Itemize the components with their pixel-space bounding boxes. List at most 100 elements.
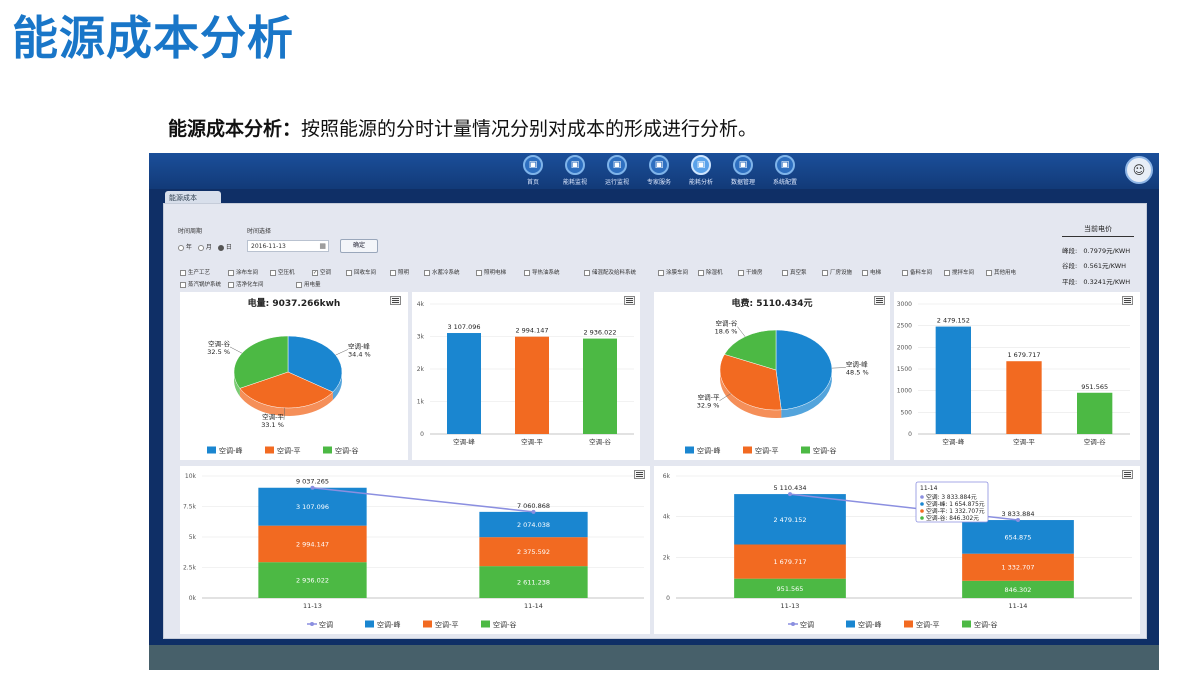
checkbox-box[interactable] xyxy=(390,269,396,276)
checkbox-item[interactable]: 电梯 xyxy=(862,268,881,276)
checkbox-box[interactable]: ✓ xyxy=(312,269,318,276)
checkbox-item[interactable]: 其他用电 xyxy=(986,268,1016,276)
chart-menu-icon[interactable] xyxy=(634,470,645,479)
checkbox-label: 电梯 xyxy=(870,270,882,276)
checkbox-item[interactable]: 涂布车间 xyxy=(228,268,258,276)
nav-item-label: 专家服务 xyxy=(646,179,671,186)
y-tick-label: 6k xyxy=(663,473,671,480)
checkbox-item[interactable]: 照明 xyxy=(390,268,409,276)
checkbox-item[interactable]: 除湿机 xyxy=(698,268,723,276)
checkbox-box[interactable] xyxy=(296,281,302,288)
slide-subtitle: 能源成本分析：按照能源的分时计量情况分别对成本的形成进行分析。 xyxy=(168,114,757,141)
nav-item-1[interactable]: ▣ 能耗监视 xyxy=(553,155,597,186)
segment-value-label: 1 679.717 xyxy=(773,558,806,566)
date-input[interactable]: 2016-11-13 ▦ xyxy=(247,240,329,252)
tooltip-row: 空调-谷: 846.302元 xyxy=(926,514,979,522)
checkbox-box[interactable] xyxy=(986,269,992,276)
checkbox-box[interactable] xyxy=(476,269,482,276)
checkbox-box[interactable] xyxy=(738,269,744,276)
nav-item-label: 能耗监视 xyxy=(562,179,587,186)
checkbox-box[interactable] xyxy=(822,269,828,276)
nav-item-0[interactable]: ▣ 首页 xyxy=(511,155,555,186)
checkbox-box[interactable] xyxy=(698,269,704,276)
checkbox-item[interactable]: 搅拌车间 xyxy=(944,268,974,276)
checkbox-item[interactable]: 蒸汽锅炉系统 xyxy=(180,280,221,288)
checkbox-box[interactable] xyxy=(180,269,186,276)
checkbox-item[interactable]: 涂膜车间 xyxy=(658,268,688,276)
checkbox-item[interactable]: 空压机 xyxy=(270,268,295,276)
checkbox-item[interactable]: 干燥房 xyxy=(738,268,763,276)
checkbox-box[interactable] xyxy=(862,269,868,276)
checkbox-box[interactable] xyxy=(424,269,430,276)
data-icon: ▣ xyxy=(733,155,753,175)
checkbox-box[interactable] xyxy=(782,269,788,276)
chart-stacked-energy: 0k 2.5k 5k 7.5k 10k 2 936.022 2 994.147 3 107.0… xyxy=(180,466,650,634)
bar-chart-icon: ▣ xyxy=(565,155,585,175)
checkbox-item[interactable]: 照明电梯 xyxy=(476,268,506,276)
nav-item-label: 能耗分析 xyxy=(688,179,713,186)
confirm-button[interactable]: 确定 xyxy=(340,239,378,253)
radio-year[interactable]: 年 xyxy=(178,242,192,251)
checkbox-item[interactable]: 储混配及给料系统 xyxy=(584,268,636,276)
radio-month[interactable]: 月 xyxy=(198,242,212,251)
checkbox-label: 照明电梯 xyxy=(484,270,507,276)
tab-strip: 能源成本 xyxy=(159,189,1149,204)
checkbox-item[interactable]: 活净化车间 xyxy=(228,280,264,288)
y-tick-label: 7.5k xyxy=(183,504,197,511)
checkbox-item[interactable]: 导热油系统 xyxy=(524,268,560,276)
checkbox-item[interactable]: 生产工艺 xyxy=(180,268,210,276)
nav-item-3[interactable]: ▣ 专家服务 xyxy=(637,155,681,186)
pie-label-value: 33.1 % xyxy=(261,421,284,429)
price-row-valley: 谷段: 0.561元/KWH xyxy=(1062,262,1127,270)
checkbox-item[interactable]: 备料车间 xyxy=(902,268,932,276)
chart-menu-icon[interactable] xyxy=(390,296,401,305)
checkbox-box[interactable] xyxy=(228,269,234,276)
checkbox-item[interactable]: 用电量 xyxy=(296,280,321,288)
checkbox-box[interactable] xyxy=(180,281,186,288)
checkbox-item[interactable]: ✓ 空调 xyxy=(312,268,331,276)
checkbox-item[interactable]: 水蓄冷系统 xyxy=(424,268,460,276)
legend-label: 空调-谷 xyxy=(974,620,998,629)
segment-value-label: 3 107.096 xyxy=(296,503,329,511)
tooltip-dot xyxy=(920,495,924,499)
chart-menu-icon[interactable] xyxy=(624,296,635,305)
y-tick-label: 2000 xyxy=(897,344,912,351)
checkbox-label: 蒸汽锅炉系统 xyxy=(188,282,222,288)
legend-swatch xyxy=(904,620,913,628)
checkbox-box[interactable] xyxy=(228,281,234,288)
calendar-icon[interactable]: ▦ xyxy=(319,242,326,250)
pie-label-value: 32.5 % xyxy=(207,348,230,356)
chart-menu-icon[interactable] xyxy=(1122,296,1133,305)
chart-pie-energy: 电量: 9037.266kwh 空调-峰 34.4 % 空调-平 33.1 % 空调-谷 3… xyxy=(180,292,408,460)
checkbox-box[interactable] xyxy=(658,269,664,276)
checkbox-box[interactable] xyxy=(944,269,950,276)
checkbox-box[interactable] xyxy=(524,269,530,276)
nav-item-6[interactable]: ▣ 系统配置 xyxy=(763,155,807,186)
chart-menu-icon[interactable] xyxy=(1122,470,1133,479)
nav-item-label: 首页 xyxy=(526,179,539,186)
checkbox-item[interactable]: 厂房设施 xyxy=(822,268,852,276)
top-nav-bar: ▣ 首页 ▣ 能耗监视 ▣ 运行监视 ▣ 专家服务 ▣ 能耗分析 ▣ 数据管理 ▣ 系统配置 ☺ xyxy=(149,153,1159,189)
legend-swatch xyxy=(265,446,274,454)
checkbox-box[interactable] xyxy=(584,269,590,276)
checkbox-item[interactable]: 真空泵 xyxy=(782,268,807,276)
checkbox-box[interactable] xyxy=(346,269,352,276)
chart-menu-icon[interactable] xyxy=(874,296,885,305)
x-tick-label: 空调-谷 xyxy=(589,437,611,446)
chart-bar-cost: 0 500 1000 1500 2000 2500 3000 2 479.152 空调-峰 1 6… xyxy=(894,292,1140,460)
bar-value-label: 2 936.022 xyxy=(583,329,616,337)
pie-label-name: 空调-谷 xyxy=(716,319,738,328)
y-tick-label: 2k xyxy=(663,554,671,561)
nav-item-5[interactable]: ▣ 数据管理 xyxy=(721,155,765,186)
checkbox-item[interactable]: 回收车间 xyxy=(346,268,376,276)
total-value-label: 9 037.265 xyxy=(296,478,329,486)
legend-label: 空调-峰 xyxy=(858,620,882,629)
checkbox-box[interactable] xyxy=(902,269,908,276)
tooltip-row: 空调-平: 1 332.707元 xyxy=(926,507,985,515)
tooltip-row: 空调: 3 833.884元 xyxy=(926,493,977,501)
checkbox-box[interactable] xyxy=(270,269,276,276)
nav-item-2[interactable]: ▣ 运行监视 xyxy=(595,155,639,186)
user-avatar[interactable]: ☺ xyxy=(1125,156,1153,184)
nav-item-4[interactable]: ▣ 能耗分析 xyxy=(679,155,723,186)
radio-day[interactable]: 日 xyxy=(218,242,232,251)
